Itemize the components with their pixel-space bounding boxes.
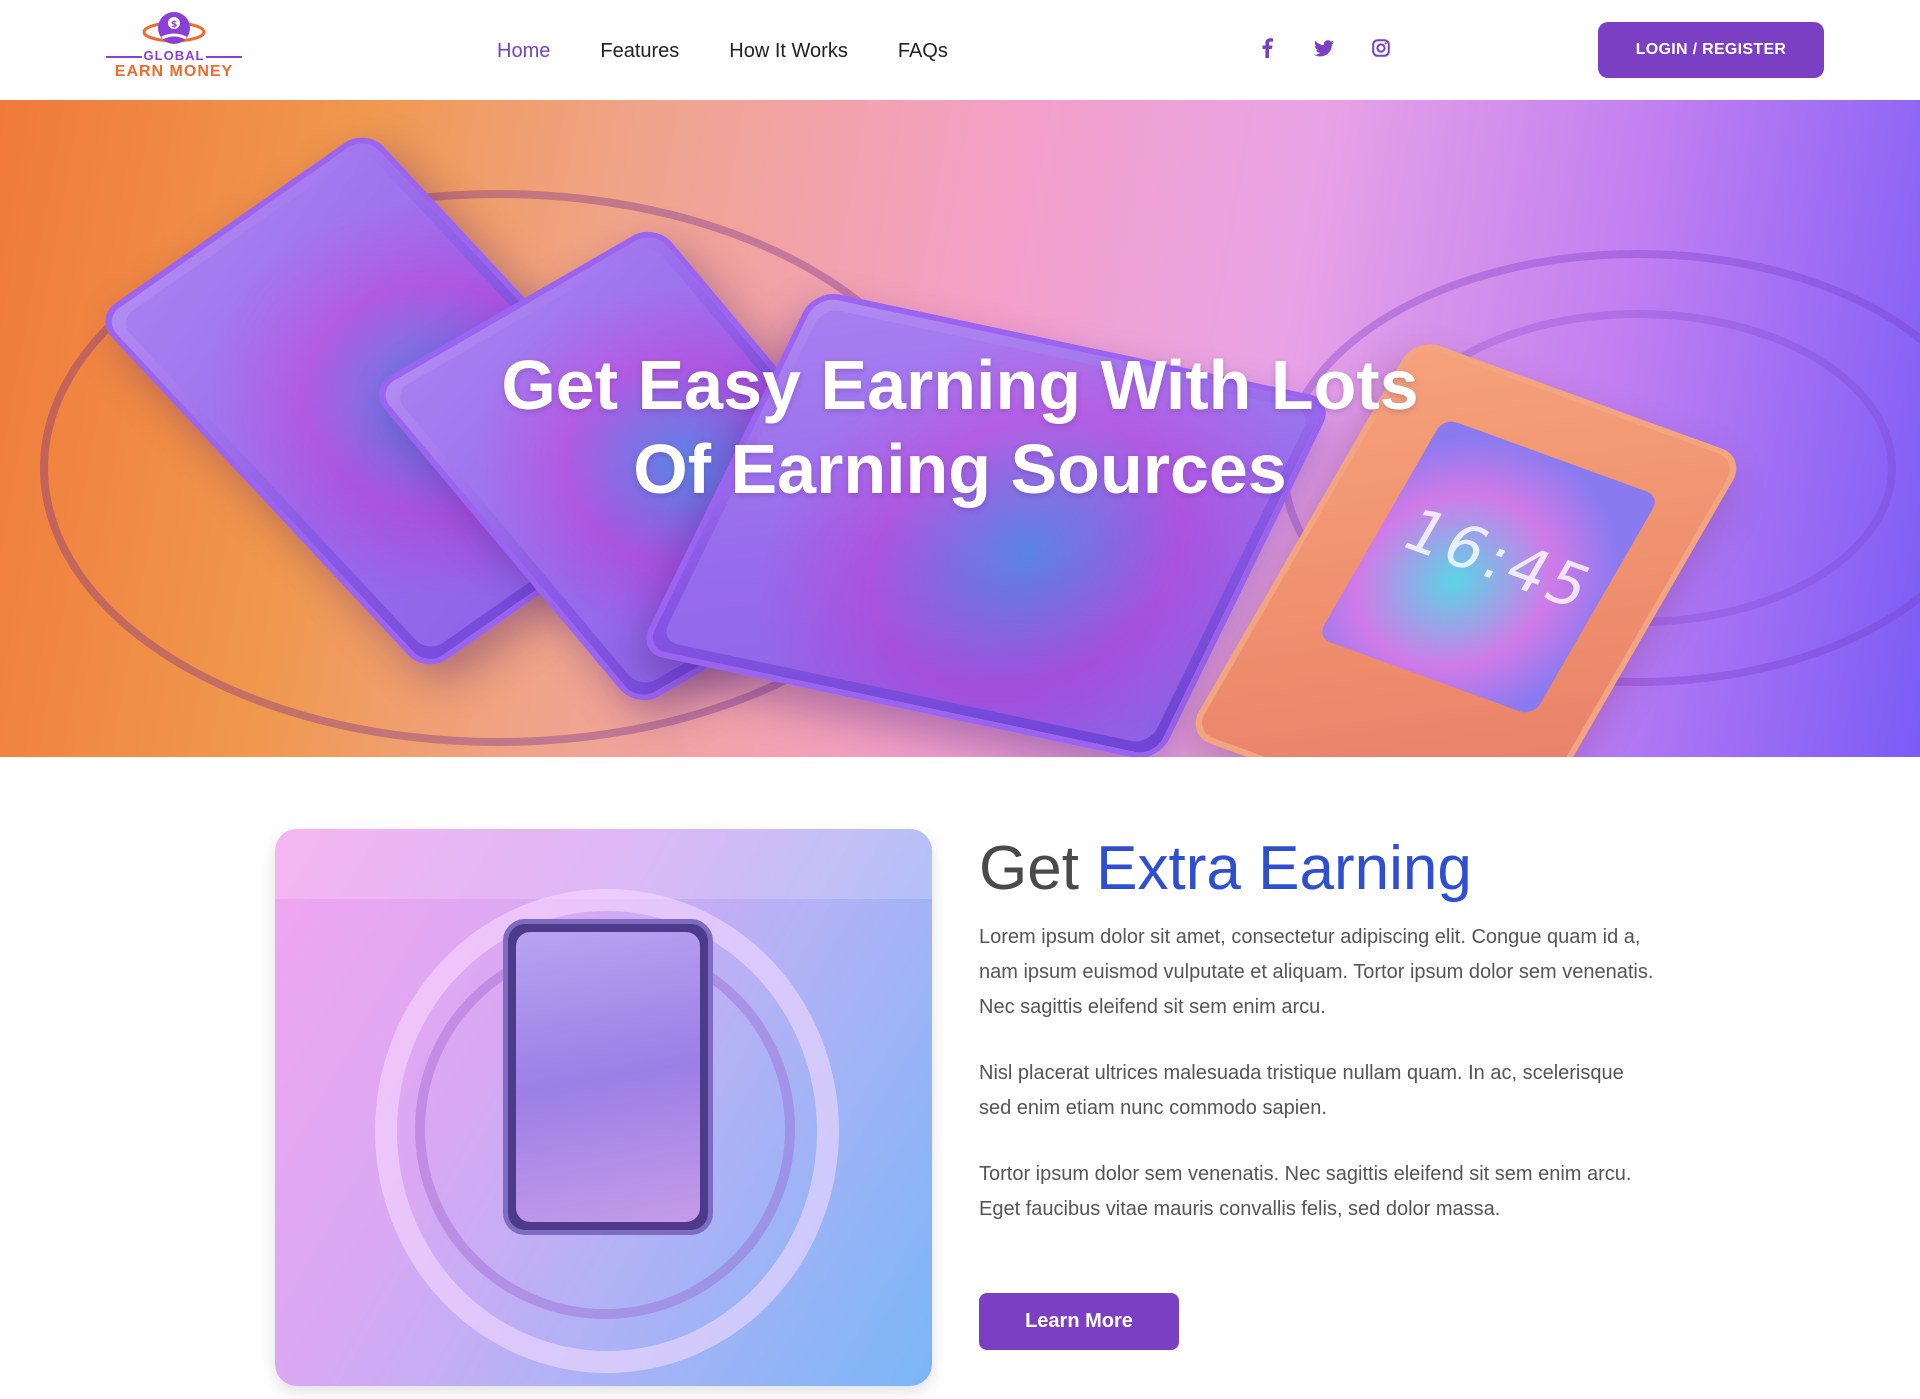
feature-paragraph-3: Tortor ipsum dolor sem venenatis. Nec sa… — [979, 1163, 1632, 1220]
hero-banner: 16:45 Get Easy Earning With Lots Of Earn… — [0, 100, 1920, 757]
feature-title-accent: Extra Earning — [1096, 834, 1472, 903]
feature-image — [275, 829, 932, 1386]
feature-paragraph-2: Nisl placerat ultrices malesuada tristiq… — [979, 1062, 1624, 1119]
feature-paragraph-1: Lorem ipsum dolor sit amet, consectetur … — [979, 926, 1654, 1018]
svg-text:$: $ — [171, 20, 177, 30]
hero-title: Get Easy Earning With Lots Of Earning So… — [0, 343, 1920, 511]
feature-title-plain: Get — [979, 834, 1097, 903]
nav-faqs[interactable]: FAQs — [898, 36, 948, 66]
nav-home[interactable]: Home — [497, 36, 550, 66]
feature-title: Get Extra Earning — [979, 831, 1472, 907]
hero-title-line1: Get Easy Earning With Lots — [501, 346, 1419, 424]
hero-clock-time: 16:45 — [1390, 496, 1608, 624]
logo-text-top: GLOBAL — [143, 48, 205, 63]
main-nav: Home Features How It Works FAQs — [497, 36, 998, 66]
logo[interactable]: $ GLOBAL EARN MONEY — [104, 8, 244, 86]
twitter-icon[interactable] — [1312, 36, 1336, 60]
learn-more-button[interactable]: Learn More — [979, 1293, 1179, 1350]
login-register-button[interactable]: LOGIN / REGISTER — [1598, 22, 1824, 78]
logo-text-bottom: EARN MONEY — [114, 63, 234, 80]
feature-phone — [503, 919, 713, 1235]
instagram-icon[interactable] — [1369, 36, 1393, 60]
nav-how-it-works[interactable]: How It Works — [729, 36, 848, 66]
site-header: $ GLOBAL EARN MONEY Home Features How It… — [0, 0, 1920, 100]
hero-title-line2: Of Earning Sources — [633, 430, 1287, 508]
facebook-icon[interactable] — [1255, 36, 1279, 60]
nav-features[interactable]: Features — [600, 36, 679, 66]
social-links — [1255, 36, 1426, 60]
